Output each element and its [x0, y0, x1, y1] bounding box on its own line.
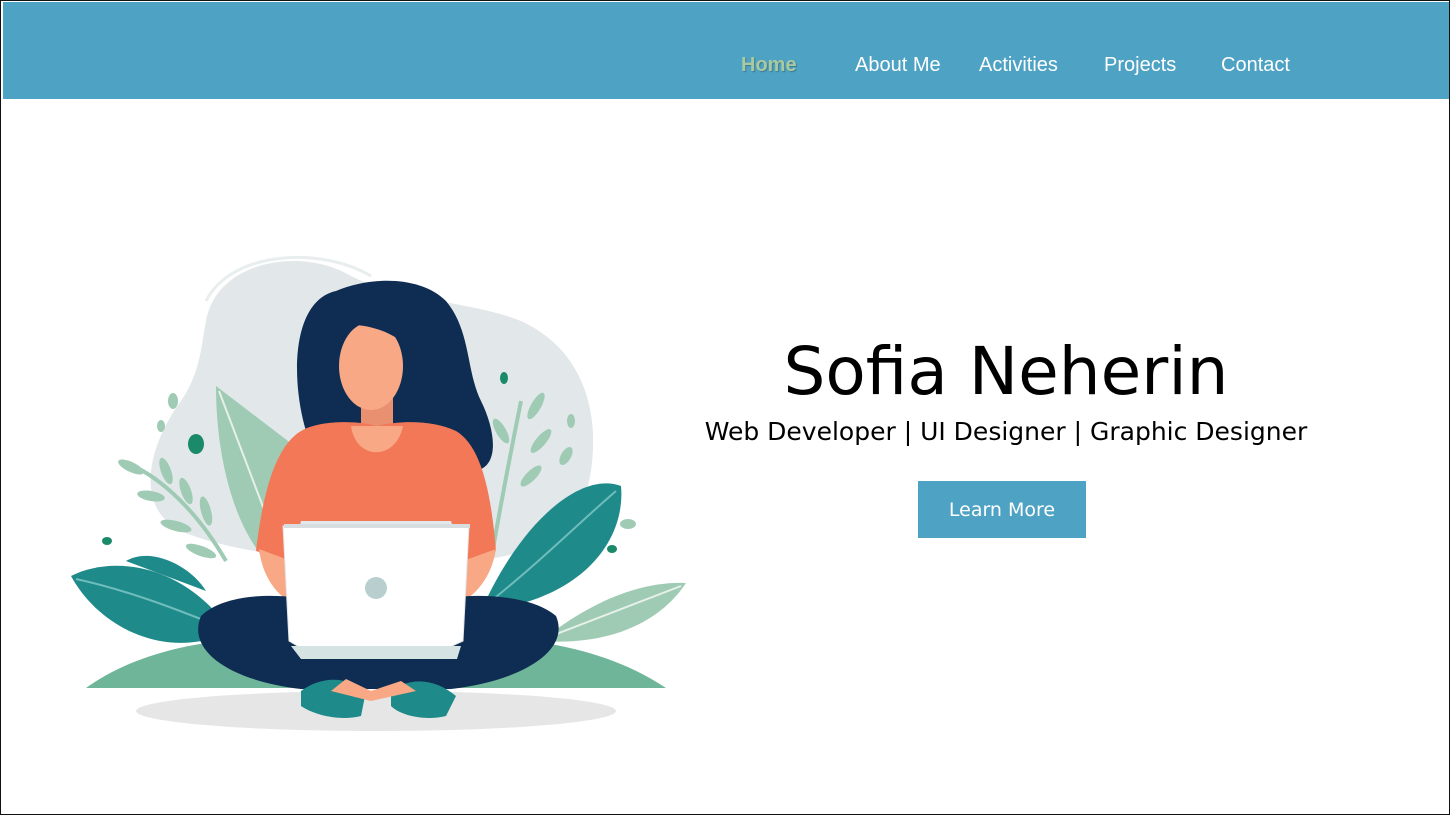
- nav-projects-link[interactable]: Projects: [1104, 54, 1176, 77]
- top-navbar: Home About Me Activities Projects Contac…: [3, 2, 1449, 99]
- hero-tagline: Web Developer | UI Designer | Graphic De…: [704, 417, 1308, 446]
- nav-contact-link[interactable]: Contact: [1221, 54, 1290, 77]
- nav-about-link[interactable]: About Me: [855, 54, 941, 77]
- woman-with-laptop-illustration: [71, 255, 686, 731]
- nav-home-link[interactable]: Home: [741, 54, 797, 77]
- hero-name: Sofia Neherin: [783, 333, 1229, 410]
- learn-more-button[interactable]: Learn More: [918, 481, 1086, 538]
- nav-activities-link[interactable]: Activities: [979, 54, 1058, 77]
- page-frame: Home About Me Activities Projects Contac…: [0, 0, 1450, 815]
